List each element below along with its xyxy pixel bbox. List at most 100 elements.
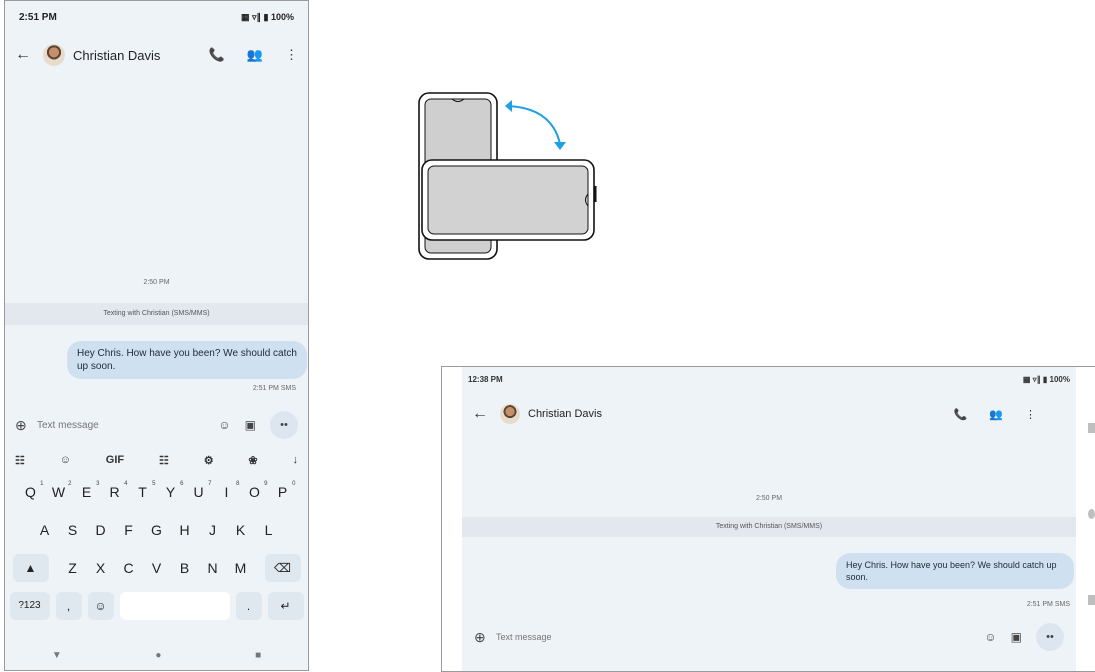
key-g[interactable]: G <box>143 522 171 538</box>
back-arrow-icon[interactable]: ← <box>472 405 494 423</box>
status-time: 12:38 PM <box>468 374 503 384</box>
phone-call-icon[interactable]: 📞 <box>954 408 968 421</box>
compose-bar: ⊕ ☺ ▣ •• <box>462 621 1076 653</box>
key-d[interactable]: D <box>87 522 115 538</box>
add-attachment-icon[interactable]: ⊕ <box>474 629 494 646</box>
key-e[interactable]: E3 <box>73 481 101 500</box>
emoji-key[interactable]: ☺ <box>87 592 114 620</box>
backspace-key[interactable]: ⌫ <box>264 554 301 582</box>
status-bar: 12:38 PM ▦ ▿∥ ▮ 100% <box>462 367 1076 391</box>
key-i[interactable]: I8 <box>213 481 241 500</box>
conversation-app-bar: ← Christian Davis 📞 👥 ⋮ <box>462 393 1076 435</box>
rotation-arrow-icon <box>507 105 561 145</box>
shift-key[interactable]: ▲ <box>12 554 49 582</box>
back-arrow-icon[interactable]: ← <box>15 46 37 64</box>
on-screen-keyboard: ☷ ☺ GIF ☷ ⚙ ❀ ↓ Q1 W2 E3 R4 T5 Y6 U7 I8 … <box>5 447 308 643</box>
key-o[interactable]: O9 <box>241 481 269 500</box>
key-s[interactable]: S <box>59 522 87 538</box>
keyboard-row-3: ▲ Z X C V B N M ⌫ <box>5 549 308 587</box>
nav-back-icon[interactable]: ▼ <box>52 650 62 661</box>
timestamp-separator: 2:50 PM <box>755 495 783 502</box>
key-n[interactable]: N <box>199 560 227 576</box>
nav-back-icon[interactable] <box>1088 595 1095 605</box>
conversation-app-bar: ← Christian Davis 📞 👥 ⋮ <box>5 33 308 77</box>
emoji-icon[interactable]: ☺ <box>984 630 996 644</box>
timestamp-separator: 2:50 PM <box>143 279 170 286</box>
message-input[interactable] <box>494 631 985 643</box>
clipboard-icon[interactable]: ☷ <box>159 454 169 467</box>
key-v[interactable]: V <box>143 560 171 576</box>
key-u[interactable]: U7 <box>185 481 213 500</box>
key-z[interactable]: Z <box>59 560 87 576</box>
key-b[interactable]: B <box>171 560 199 576</box>
texting-mode-label: Texting with Christian (SMS/MMS) <box>462 517 1076 537</box>
gallery-icon[interactable]: ▣ <box>1011 630 1022 644</box>
more-options-icon[interactable]: ⋮ <box>1025 408 1036 421</box>
gallery-icon[interactable]: ▣ <box>245 418 256 432</box>
status-time: 2:51 PM <box>19 11 57 23</box>
comma-key[interactable]: , <box>55 592 82 620</box>
portrait-phone-screenshot: 2:51 PM ▦ ▿∥ ▮ 100% ← Christian Davis 📞 … <box>4 0 309 671</box>
space-bar[interactable] <box>119 592 230 620</box>
palette-icon[interactable]: ❀ <box>248 454 257 467</box>
key-f[interactable]: F <box>115 522 143 538</box>
symbols-key[interactable]: ?123 <box>9 592 50 620</box>
landscape-nav-buttons <box>1085 367 1095 671</box>
period-key[interactable]: . <box>235 592 262 620</box>
status-icons: ▦ ▿∥ ▮ 100% <box>241 11 294 22</box>
contact-name[interactable]: Christian Davis <box>73 48 209 63</box>
key-c[interactable]: C <box>115 560 143 576</box>
key-x[interactable]: X <box>87 560 115 576</box>
avatar[interactable] <box>43 44 65 66</box>
message-meta: 2:51 PM SMS <box>1026 601 1070 608</box>
key-k[interactable]: K <box>227 522 255 538</box>
navigation-bar: ▼ ● ■ <box>5 640 308 670</box>
key-w[interactable]: W2 <box>45 481 73 500</box>
sent-message-bubble[interactable]: Hey Chris. How have you been? We should … <box>67 341 307 379</box>
voice-message-button[interactable]: •• <box>270 411 298 439</box>
key-j[interactable]: J <box>199 522 227 538</box>
contact-name[interactable]: Christian Davis <box>528 408 954 420</box>
enter-key[interactable]: ↵ <box>267 592 304 620</box>
keyboard-row-4: ?123 , ☺ . ↵ <box>5 587 308 625</box>
key-m[interactable]: M <box>227 560 255 576</box>
apps-grid-icon[interactable]: ☷ <box>15 454 25 467</box>
sticker-icon[interactable]: ☺ <box>60 454 71 466</box>
emoji-icon[interactable]: ☺ <box>218 418 230 432</box>
status-bar: 2:51 PM ▦ ▿∥ ▮ 100% <box>5 1 308 33</box>
keyboard-row-1: Q1 W2 E3 R4 T5 Y6 U7 I8 O9 P0 <box>5 473 308 511</box>
message-input[interactable] <box>35 418 219 432</box>
compose-bar: ⊕ ☺ ▣ •• <box>5 409 308 441</box>
nav-recents-icon[interactable]: ■ <box>255 650 261 661</box>
key-t[interactable]: T5 <box>129 481 157 500</box>
key-h[interactable]: H <box>171 522 199 538</box>
landscape-phone-screenshot: 12:38 PM ▦ ▿∥ ▮ 100% ← Christian Davis 📞… <box>441 366 1095 672</box>
texting-mode-label: Texting with Christian (SMS/MMS) <box>5 303 308 325</box>
phone-call-icon[interactable]: 📞 <box>209 47 225 63</box>
key-q[interactable]: Q1 <box>17 481 45 500</box>
keyboard-toolbar: ☷ ☺ GIF ☷ ⚙ ❀ ↓ <box>5 447 308 473</box>
nav-recents-icon[interactable] <box>1088 423 1095 433</box>
message-meta: 2:51 PM SMS <box>252 385 296 392</box>
voice-message-button[interactable]: •• <box>1036 623 1064 651</box>
nav-home-icon[interactable]: ● <box>155 650 161 661</box>
add-attachment-icon[interactable]: ⊕ <box>15 417 35 434</box>
settings-gear-icon[interactable]: ⚙ <box>204 454 214 467</box>
avatar[interactable] <box>500 404 520 424</box>
keyboard-row-2: A S D F G H J K L <box>5 511 308 549</box>
add-person-icon[interactable]: 👥 <box>989 408 1003 421</box>
sent-message-bubble[interactable]: Hey Chris. How have you been? We should … <box>836 553 1074 589</box>
more-options-icon[interactable]: ⋮ <box>285 47 298 63</box>
landscape-screen: 12:38 PM ▦ ▿∥ ▮ 100% ← Christian Davis 📞… <box>462 367 1076 671</box>
key-a[interactable]: A <box>31 522 59 538</box>
add-person-icon[interactable]: 👥 <box>247 47 263 63</box>
rotate-device-diagram <box>418 92 597 260</box>
mic-icon[interactable]: ↓ <box>292 454 298 466</box>
status-icons: ▦ ▿∥ ▮ 100% <box>1022 374 1070 384</box>
key-l[interactable]: L <box>255 522 283 538</box>
key-y[interactable]: Y6 <box>157 481 185 500</box>
nav-home-icon[interactable] <box>1088 509 1095 519</box>
key-p[interactable]: P0 <box>269 481 297 500</box>
key-r[interactable]: R4 <box>101 481 129 500</box>
gif-button[interactable]: GIF <box>106 454 124 466</box>
